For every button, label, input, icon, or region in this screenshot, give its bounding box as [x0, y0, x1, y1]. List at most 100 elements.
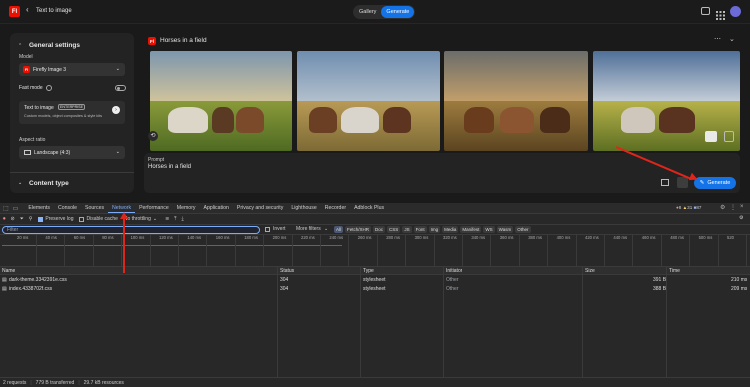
upload-icon[interactable]: ⤒ [174, 216, 176, 222]
clear-icon[interactable]: ⊘ [11, 216, 15, 222]
network-settings-icon[interactable]: ⚙ [739, 215, 743, 221]
generated-image-2[interactable] [297, 51, 440, 151]
model-select[interactable]: Fl Firefly Image 3 ⌄ [19, 63, 125, 76]
timeline-gridline [206, 235, 208, 267]
history-icon[interactable]: ⟲ [148, 131, 158, 141]
tab-recorder[interactable]: Recorder [321, 203, 350, 213]
issue-counters[interactable]: ●8 ▲31 ■87 [676, 205, 701, 210]
chat-icon[interactable] [701, 7, 710, 15]
tab-performance[interactable]: Performance [135, 203, 173, 213]
top-bar: Fl ‹ Text to image Gallery Generate [0, 0, 750, 24]
style-reference-icon[interactable] [677, 177, 688, 188]
collapse-chevron-icon[interactable]: ⌃ [18, 43, 22, 49]
table-row[interactable]: ▤ index.4338702f.css 304 stylesheet Othe… [0, 285, 750, 293]
timeline-gridline [263, 235, 265, 267]
timeline-tick: 480 ms [670, 235, 684, 240]
column-initiator[interactable]: Initiator [446, 267, 462, 275]
timeline-gridline [433, 235, 435, 267]
search-icon[interactable]: ⚲ [29, 216, 33, 222]
content-type-title[interactable]: Content type [29, 180, 69, 187]
table-row[interactable]: ▤ dark-theme.3342391e.css 304 stylesheet… [0, 276, 750, 284]
tab-sources[interactable]: Sources [81, 203, 108, 213]
settings-gear-icon[interactable]: ⚙ [720, 204, 725, 211]
chip-font[interactable]: Font [413, 226, 427, 233]
generated-image-3[interactable] [444, 51, 588, 151]
timeline-gridline [518, 235, 520, 267]
tab-elements[interactable]: Elements [24, 203, 54, 213]
download-icon[interactable]: ⤓ [181, 216, 183, 222]
tab-memory[interactable]: Memory [173, 203, 200, 213]
preserve-log-checkbox[interactable] [38, 216, 44, 222]
chip-ws[interactable]: WS [483, 226, 495, 233]
chip-all[interactable]: All [334, 226, 344, 233]
chip-manifest[interactable]: Manifest [460, 226, 482, 233]
generated-image-1[interactable] [150, 51, 292, 151]
settings-panel: ⌃ General settings Model Fl Firefly Imag… [10, 33, 134, 193]
invert-checkbox[interactable] [265, 227, 270, 232]
column-type[interactable]: Type [363, 267, 374, 275]
chip-js[interactable]: JS [402, 226, 412, 233]
cell-type: stylesheet [363, 277, 386, 283]
prompt-bar[interactable]: Prompt Horses in a field [144, 153, 740, 193]
generate-button[interactable]: ✎ Generate [694, 177, 736, 189]
column-status[interactable]: Status [280, 267, 294, 275]
column-time[interactable]: Time [669, 267, 680, 275]
aspect-ratio-select[interactable]: Landscape (4:3) ⌄ [19, 146, 125, 159]
close-icon[interactable]: × [740, 204, 744, 210]
apps-grid-icon[interactable] [716, 7, 725, 20]
text-to-image-card[interactable]: Text to image ENTERPRISE Custom models, … [19, 101, 125, 124]
chip-img[interactable]: Img [428, 226, 441, 233]
tab-gallery[interactable]: Gallery [354, 6, 381, 18]
section-title: General settings [29, 42, 80, 49]
cell-status: 304 [280, 286, 289, 292]
single-view-icon[interactable] [724, 131, 734, 142]
chip-css[interactable]: CSS [387, 226, 401, 233]
timeline-tick: 160 ms [215, 235, 230, 240]
chip-media[interactable]: Media [442, 226, 459, 233]
timeline-gridline [575, 235, 577, 267]
tab-generate[interactable]: Generate [381, 6, 415, 18]
disable-cache-checkbox[interactable] [79, 216, 85, 222]
chip-wasm[interactable]: Wasm [496, 226, 514, 233]
tab-console[interactable]: Console [54, 203, 81, 213]
avatar[interactable] [730, 6, 741, 17]
column-name[interactable]: Name [2, 267, 15, 275]
timeline-gridline [405, 235, 407, 267]
timeline-tick: 460 ms [641, 235, 656, 240]
grid-view-icon[interactable] [705, 131, 717, 142]
generated-image-4[interactable] [593, 51, 740, 151]
record-icon[interactable]: ⏺ [3, 216, 6, 222]
tab-lighthouse[interactable]: Lighthouse [287, 203, 320, 213]
generate-label: Generate [707, 180, 731, 186]
arrow-right-icon[interactable]: › [112, 106, 120, 114]
prompt-label: Prompt [148, 157, 165, 163]
inspect-icon[interactable]: ⬚ [3, 205, 9, 212]
firefly-model-icon: Fl [23, 66, 30, 73]
view-switcher: Gallery Generate [353, 5, 416, 19]
column-size[interactable]: Size [585, 267, 595, 275]
info-icon[interactable] [46, 85, 52, 91]
chip-fetch-xhr[interactable]: Fetch/XHR [345, 226, 372, 233]
more-icon[interactable]: ⋯ [714, 35, 721, 43]
device-toggle-icon[interactable]: ▭ [13, 205, 19, 212]
fast-mode-toggle[interactable] [115, 85, 126, 91]
filter-icon[interactable]: ⏷ [20, 216, 24, 222]
wifi-icon[interactable]: ≋ [165, 216, 169, 222]
tab-application[interactable]: Application [200, 203, 233, 213]
tab-privacy[interactable]: Privacy and security [233, 203, 287, 213]
prompt-input[interactable]: Horses in a field [148, 164, 191, 170]
tab-adblock-plus[interactable]: Adblock Plus [350, 203, 388, 213]
waterfall-overview[interactable]: 20 ms 40 ms 60 ms 80 ms 100 ms 120 ms 140 ms 16… [0, 235, 750, 267]
back-arrow-icon[interactable]: ‹ [26, 5, 29, 14]
prompt-settings-icon[interactable] [661, 179, 669, 186]
filter-input[interactable]: Filter [2, 226, 260, 234]
more-filters-select[interactable]: More filters [296, 226, 321, 232]
chip-doc[interactable]: Doc [373, 226, 386, 233]
expand-chevron-icon[interactable]: ⌄ [18, 180, 22, 186]
request-table: Name Status Type Initiator Size Time ▤ d… [0, 267, 750, 377]
disable-cache-label: Disable cache [86, 216, 118, 222]
kebab-menu-icon[interactable]: ⋮ [730, 204, 736, 211]
chip-other[interactable]: Other [515, 226, 531, 233]
cell-size: 388 B [653, 286, 667, 292]
collapse-icon[interactable]: ⌄ [729, 35, 735, 43]
